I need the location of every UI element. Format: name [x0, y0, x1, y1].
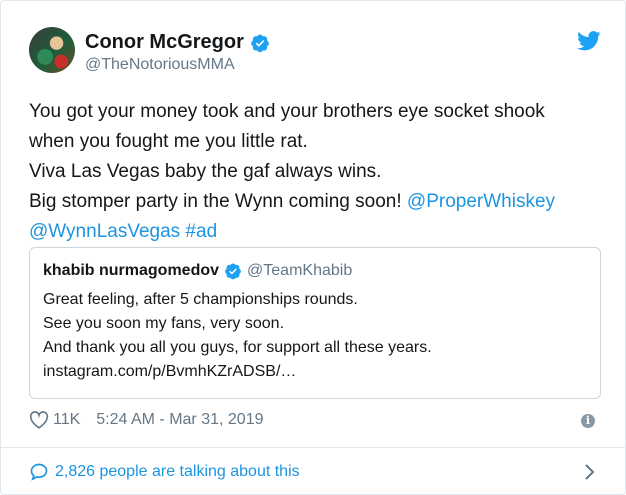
- tweet-line-mentions: @WynnLasVegas #ad: [29, 217, 609, 247]
- tweet-text: You got your money took and your brother…: [29, 97, 609, 247]
- embedded-tweet-card: Conor McGregor @TheNotoriousMMA You got …: [0, 0, 626, 495]
- author-handle[interactable]: @TheNotoriousMMA: [85, 56, 235, 74]
- info-icon[interactable]: i: [581, 414, 595, 428]
- quoted-author-name: khabib nurmagomedov: [43, 262, 220, 279]
- talking-about-link[interactable]: 2,826 people are talking about this: [29, 462, 300, 482]
- talking-about-text[interactable]: 2,826 people are talking about this: [55, 463, 300, 481]
- author-display-name[interactable]: Conor McGregor: [85, 31, 244, 54]
- mention-proper-whiskey-link[interactable]: @ProperWhiskey: [407, 191, 555, 212]
- tweet-timestamp[interactable]: 5:24 AM - Mar 31, 2019: [96, 411, 263, 429]
- tweet-line: when you fought me you little rat.: [29, 131, 308, 152]
- avatar[interactable]: [29, 27, 75, 73]
- mention-wynn-link[interactable]: @WynnLasVegas: [29, 221, 180, 242]
- chevron-right-icon[interactable]: [583, 462, 597, 482]
- author-name-row[interactable]: Conor McGregor: [85, 31, 270, 54]
- verified-badge-icon: [251, 34, 269, 52]
- quoted-tweet-text: Great feeling, after 5 championships rou…: [43, 288, 432, 384]
- tweet-line-text: Big stomper party in the Wynn coming soo…: [29, 191, 407, 212]
- hashtag-ad-link[interactable]: #ad: [180, 221, 217, 242]
- like-count[interactable]: 11K: [53, 411, 80, 429]
- tweet-line: You got your money took and your brother…: [29, 101, 545, 122]
- verified-badge-icon: [225, 263, 241, 280]
- tweet-meta-row: 11K 5:24 AM - Mar 31, 2019: [29, 411, 263, 429]
- tweet-line: Viva Las Vegas baby the gaf always wins.: [29, 161, 382, 182]
- quoted-tweet[interactable]: khabib nurmagomedov @TeamKhabib Great fe…: [29, 247, 601, 399]
- quoted-author-handle: @TeamKhabib: [247, 262, 353, 279]
- speech-bubble-icon: [30, 463, 48, 481]
- quoted-tweet-link-text: instagram.com/p/BvmhKZrADSB/…: [43, 363, 297, 380]
- divider: [1, 447, 625, 448]
- quoted-tweet-line: And thank you all you guys, for support …: [43, 339, 432, 356]
- tweet-line-with-mention: Big stomper party in the Wynn coming soo…: [29, 187, 609, 217]
- twitter-bird-icon[interactable]: [577, 31, 601, 51]
- quoted-tweet-line: See you soon my fans, very soon.: [43, 315, 285, 332]
- quoted-tweet-header: khabib nurmagomedov @TeamKhabib: [43, 262, 352, 280]
- quoted-tweet-line: Great feeling, after 5 championships rou…: [43, 291, 358, 308]
- heart-icon[interactable]: [29, 411, 49, 429]
